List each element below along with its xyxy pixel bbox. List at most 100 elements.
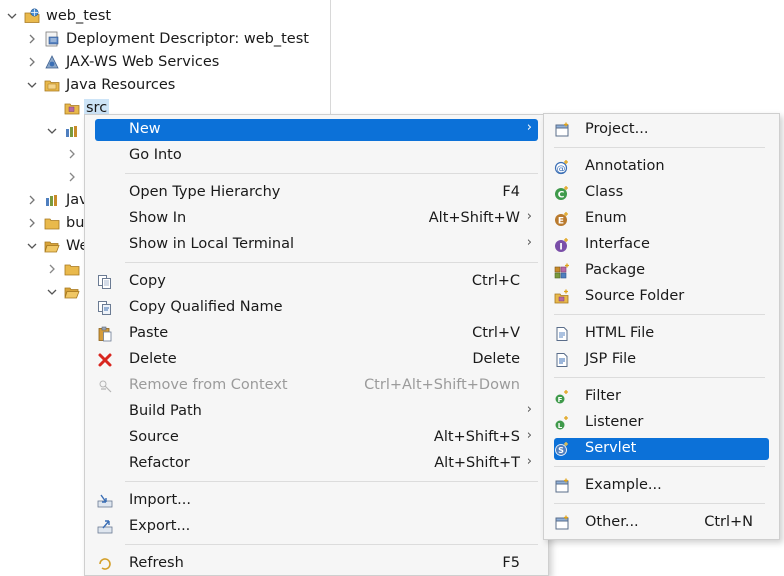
menu-item-export[interactable]: Export... (85, 515, 548, 539)
tree-node-jax-ws[interactable]: JAX-WS Web Services (26, 51, 221, 73)
submenu-item-html-file[interactable]: HTML File (544, 322, 779, 346)
new-submenu: Project... @ Annotation C Class E Enum I… (543, 113, 780, 540)
tree-node-library[interactable] (46, 120, 88, 142)
html-file-icon (554, 326, 570, 342)
submenu-item-example[interactable]: Example... (544, 474, 779, 498)
chevron-right-icon[interactable] (66, 171, 78, 183)
chevron-down-icon[interactable] (26, 79, 38, 91)
svg-text:@: @ (557, 165, 566, 175)
svg-text:I: I (559, 242, 562, 252)
folder-open-icon (44, 238, 60, 254)
deployment-descriptor-icon (44, 31, 60, 47)
menu-item-build-path[interactable]: Build Path › (85, 400, 548, 424)
menu-item-refactor[interactable]: Refactor Alt+Shift+T › (85, 452, 548, 476)
svg-text:F: F (558, 396, 563, 404)
menu-item-show-in[interactable]: Show In Alt+Shift+W › (85, 207, 548, 231)
tree-node-java-library[interactable]: Jav (26, 189, 90, 211)
tree-node-web-test[interactable]: web_test (6, 5, 113, 27)
class-icon: C (554, 185, 570, 201)
chevron-right-icon[interactable] (26, 56, 38, 68)
web-services-icon (44, 54, 60, 70)
tree-label: web_test (46, 8, 112, 24)
menu-item-refresh[interactable]: Refresh F5 (85, 552, 548, 576)
menu-item-go-into[interactable]: Go Into (85, 144, 548, 168)
menu-separator (554, 466, 765, 467)
menu-item-open-type-hierarchy[interactable]: Open Type Hierarchy F4 (85, 181, 548, 205)
menu-item-new[interactable]: New › (85, 118, 548, 142)
chevron-right-icon[interactable] (26, 194, 38, 206)
submenu-item-jsp-file[interactable]: JSP File (544, 348, 779, 372)
tree-node-deployment-descriptor[interactable]: Deployment Descriptor: web_test (26, 28, 311, 50)
tree-label: JAX-WS Web Services (66, 54, 220, 70)
remove-from-context-icon (97, 378, 113, 394)
submenu-item-interface[interactable]: I Interface (544, 233, 779, 257)
chevron-right-icon[interactable] (26, 217, 38, 229)
menu-item-show-in-local-terminal[interactable]: Show in Local Terminal › (85, 233, 548, 257)
tree-node-build[interactable]: bu (26, 212, 86, 234)
menu-item-source[interactable]: Source Alt+Shift+S › (85, 426, 548, 450)
svg-text:L: L (558, 422, 563, 430)
folder-open-icon (64, 284, 80, 300)
menu-separator (125, 544, 538, 545)
submenu-item-other[interactable]: Other... Ctrl+N (544, 511, 779, 535)
tree-node-child-1[interactable] (66, 143, 84, 165)
tree-label: Deployment Descriptor: web_test (66, 31, 309, 47)
interface-icon: I (554, 237, 570, 253)
chevron-right-icon: › (526, 120, 532, 135)
submenu-item-filter[interactable]: F Filter (544, 385, 779, 409)
svg-text:S: S (558, 446, 564, 455)
source-folder-icon (64, 100, 80, 116)
chevron-right-icon: › (526, 209, 532, 224)
menu-item-copy-qualified-name[interactable]: Copy Qualified Name (85, 296, 548, 320)
submenu-item-project[interactable]: Project... (544, 118, 779, 142)
menu-separator (125, 481, 538, 482)
chevron-right-icon: › (526, 454, 532, 469)
chevron-right-icon[interactable] (26, 33, 38, 45)
chevron-right-icon: › (526, 235, 532, 250)
svg-text:E: E (558, 216, 564, 226)
annotation-icon: @ (554, 159, 570, 175)
submenu-item-annotation[interactable]: @ Annotation (544, 155, 779, 179)
submenu-item-package[interactable]: Package (544, 259, 779, 283)
servlet-icon: S (554, 441, 570, 457)
submenu-item-servlet[interactable]: S Servlet (544, 437, 779, 461)
new-project-icon (554, 122, 570, 138)
folder-icon (64, 261, 80, 277)
menu-item-copy[interactable]: Copy Ctrl+C (85, 270, 548, 294)
example-icon (554, 478, 570, 494)
chevron-down-icon[interactable] (46, 125, 58, 137)
tree-node-webcontent[interactable]: We (26, 235, 90, 257)
menu-separator (554, 503, 765, 504)
chevron-right-icon: › (526, 402, 532, 417)
copy-icon (97, 274, 113, 290)
copy-qualified-name-icon (97, 300, 113, 316)
menu-separator (125, 262, 538, 263)
submenu-item-source-folder[interactable]: Source Folder (544, 285, 779, 309)
tree-node-java-resources[interactable]: Java Resources (26, 74, 177, 96)
chevron-right-icon[interactable] (46, 263, 58, 275)
tree-node-child-4[interactable] (46, 281, 84, 303)
menu-separator (554, 377, 765, 378)
menu-separator (125, 173, 538, 174)
menu-item-import[interactable]: Import... (85, 489, 548, 513)
chevron-right-icon[interactable] (66, 148, 78, 160)
filter-icon: F (554, 389, 570, 405)
import-icon (97, 493, 113, 509)
menu-separator (554, 147, 765, 148)
submenu-item-listener[interactable]: L Listener (544, 411, 779, 435)
context-menu: New › Go Into Open Type Hierarchy F4 Sho… (84, 114, 549, 576)
paste-icon (97, 326, 113, 342)
tree-node-child-2[interactable] (66, 166, 84, 188)
folder-icon (44, 215, 60, 231)
chevron-down-icon[interactable] (6, 10, 18, 22)
submenu-item-enum[interactable]: E Enum (544, 207, 779, 231)
delete-icon (97, 352, 113, 368)
menu-item-delete[interactable]: Delete Delete (85, 348, 548, 372)
submenu-item-class[interactable]: C Class (544, 181, 779, 205)
menu-item-paste[interactable]: Paste Ctrl+V (85, 322, 548, 346)
tree-node-child-3[interactable] (46, 258, 84, 280)
chevron-down-icon[interactable] (46, 286, 58, 298)
chevron-down-icon[interactable] (26, 240, 38, 252)
web-project-icon (24, 8, 40, 24)
source-folder-icon (554, 289, 570, 305)
